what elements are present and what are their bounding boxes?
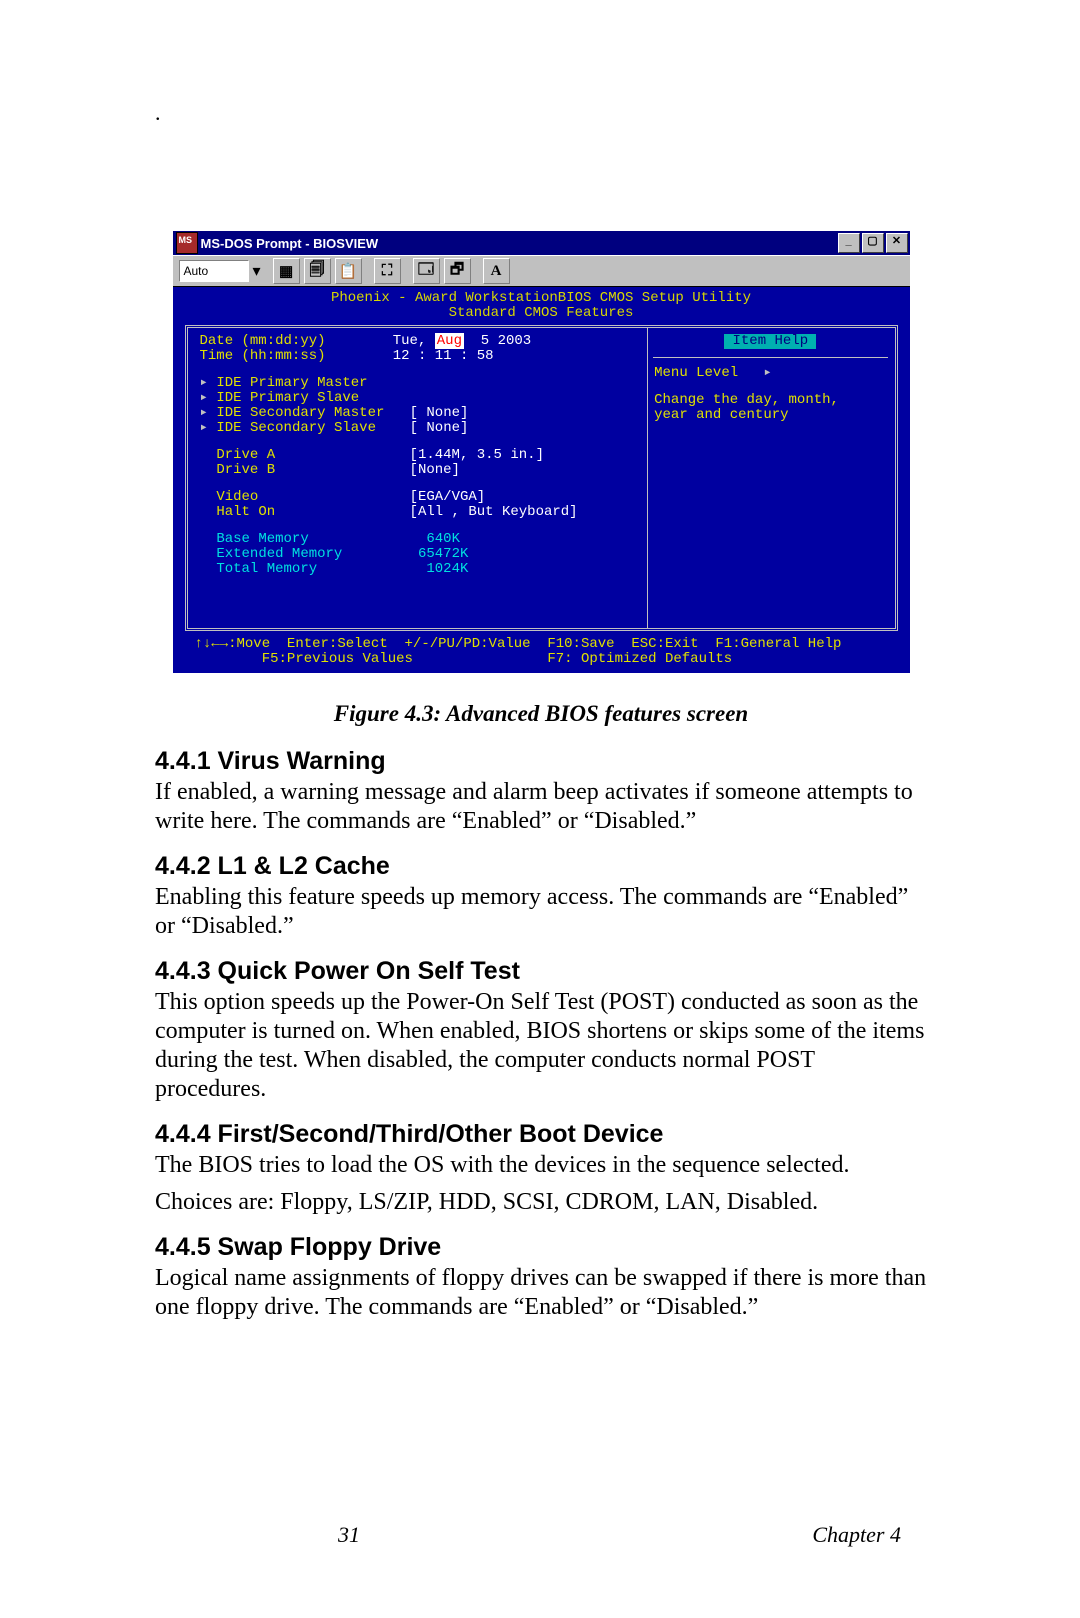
paste-icon[interactable]: 📋 <box>335 258 362 284</box>
menu-level-arrow: ▸ <box>763 365 771 381</box>
heading-l1-l2-cache: 4.4.2 L1 & L2 Cache <box>155 852 927 881</box>
page-footer: 31 Chapter 4 <box>155 1522 947 1548</box>
bios-hints-1: ↑↓←→:Move Enter:Select +/-/PU/PD:Value F… <box>173 637 910 652</box>
figure-caption: Figure 4.3: Advanced BIOS features scree… <box>155 701 927 727</box>
heading-swap-floppy: 4.4.5 Swap Floppy Drive <box>155 1233 927 1262</box>
properties-icon[interactable]: 🗔 <box>413 258 440 284</box>
heading-virus-warning: 4.4.1 Virus Warning <box>155 747 927 776</box>
date-label: Date (mm:dd:yy) <box>200 333 326 349</box>
bios-frame: Phoenix - Award WorkstationBIOS CMOS Set… <box>173 286 910 673</box>
halt-label[interactable]: Halt On <box>216 504 275 520</box>
window-toolbar: Auto ▾ ▦ 🗐 📋 ⛶ 🗔 🗗 A <box>173 255 910 286</box>
ide-secondary-slave[interactable]: IDE Secondary Slave <box>216 420 376 436</box>
drive-b-value: [None] <box>410 462 460 478</box>
bios-screenshot: MS-DOS Prompt - BIOSVIEW _ ▢ ✕ Auto ▾ ▦ … <box>173 231 910 673</box>
heading-quick-post: 4.4.3 Quick Power On Self Test <box>155 957 927 986</box>
help-body: Change the day, month, year and century <box>654 393 886 423</box>
drive-b-label[interactable]: Drive B <box>216 462 275 478</box>
font-button[interactable]: A <box>483 258 510 284</box>
para-boot-device-2: Choices are: Floppy, LS/ZIP, HDD, SCSI, … <box>155 1188 927 1217</box>
ide-primary-slave[interactable]: IDE Primary Slave <box>216 390 359 406</box>
drive-a-value: [1.44M, 3.5 in.] <box>410 447 544 463</box>
toolbar-btn-1[interactable]: ▦ <box>273 258 300 284</box>
ext-mem-label: Extended Memory <box>216 546 342 562</box>
ide-primary-master[interactable]: IDE Primary Master <box>216 375 367 391</box>
video-value: [EGA/VGA] <box>410 489 486 505</box>
base-mem-label: Base Memory <box>216 531 308 547</box>
menu-level-label: Menu Level <box>654 365 738 381</box>
video-label[interactable]: Video <box>216 489 258 505</box>
ide-ss-value: [ None] <box>410 420 469 436</box>
time-label: Time (hh:mm:ss) <box>200 348 326 364</box>
heading-boot-device: 4.4.4 First/Second/Third/Other Boot Devi… <box>155 1120 927 1149</box>
background-icon[interactable]: 🗗 <box>444 258 471 284</box>
window-titlebar: MS-DOS Prompt - BIOSVIEW _ ▢ ✕ <box>173 231 910 255</box>
para-quick-post: This option speeds up the Power-On Self … <box>155 988 927 1104</box>
total-mem-value: 1024K <box>426 561 468 577</box>
chapter-label: Chapter 4 <box>533 1522 937 1548</box>
page-number: 31 <box>165 1522 533 1548</box>
window-title: MS-DOS Prompt - BIOSVIEW <box>201 236 379 251</box>
date-rest: 5 2003 <box>464 333 531 349</box>
maximize-button[interactable]: ▢ <box>862 233 884 253</box>
base-mem-value: 640K <box>426 531 460 547</box>
drive-a-label[interactable]: Drive A <box>216 447 275 463</box>
leading-dot: . <box>155 100 927 126</box>
close-button[interactable]: ✕ <box>886 233 908 253</box>
date-month[interactable]: Aug <box>435 333 464 349</box>
minimize-button[interactable]: _ <box>838 233 860 253</box>
zoom-select[interactable]: Auto <box>179 260 249 282</box>
time-value[interactable]: 12 : 11 : 58 <box>393 348 494 364</box>
para-swap-floppy: Logical name assignments of floppy drive… <box>155 1264 927 1322</box>
ext-mem-value: 65472K <box>418 546 468 562</box>
para-l1-l2-cache: Enabling this feature speeds up memory a… <box>155 883 927 941</box>
ide-secondary-master[interactable]: IDE Secondary Master <box>216 405 384 421</box>
date-pre: Tue, <box>393 333 435 349</box>
ide-sm-value: [ None] <box>410 405 469 421</box>
bios-hints-2: F5:Previous Values F7: Optimized Default… <box>173 652 910 667</box>
para-virus-warning: If enabled, a warning message and alarm … <box>155 778 927 836</box>
bios-title: Phoenix - Award WorkstationBIOS CMOS Set… <box>173 291 910 306</box>
copy-icon[interactable]: 🗐 <box>304 258 331 284</box>
halt-value: [All , But Keyboard] <box>410 504 578 520</box>
total-mem-label: Total Memory <box>216 561 317 577</box>
item-help-title: Item Help <box>724 334 816 349</box>
bios-subtitle: Standard CMOS Features <box>173 306 910 321</box>
fullscreen-icon[interactable]: ⛶ <box>374 258 401 284</box>
para-boot-device-1: The BIOS tries to load the OS with the d… <box>155 1151 927 1180</box>
msdos-icon <box>177 233 197 253</box>
